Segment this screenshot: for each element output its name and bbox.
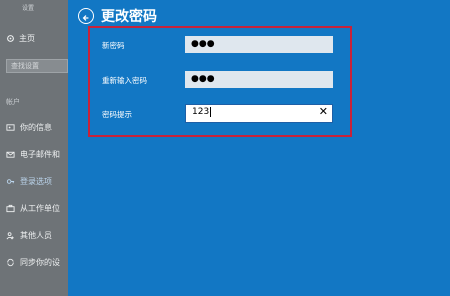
sidebar-item-label: 同步你的设 [20,258,60,267]
app-title: 设置 [22,5,35,12]
sidebar-item-sync[interactable]: 同步你的设 [5,257,60,268]
sidebar-item-your-info[interactable]: 你的信息 [5,122,52,133]
arrow-left-icon [82,7,90,26]
field-value: ●●● [191,74,215,84]
people-icon [5,231,15,241]
mail-icon [5,150,15,160]
sync-icon [5,258,15,268]
password-hint-field[interactable]: 123 ✕ [185,104,333,123]
field-value: ●●● [191,39,215,49]
settings-sidebar: 设置 主页 查找设置 帐户 你的信息 电子邮件和 登录选项 从工作单位 其他人员… [0,0,68,296]
password-hint-label: 密码提示 [102,110,132,119]
person-card-icon [5,123,15,133]
sidebar-item-home[interactable]: 主页 [5,33,35,44]
sidebar-item-other-people[interactable]: 其他人员 [5,230,52,241]
section-header: 帐户 [6,98,20,106]
gear-icon [5,34,15,44]
new-password-label: 新密码 [102,41,125,50]
confirm-password-label: 重新输入密码 [102,76,147,85]
text-caret [210,106,212,117]
briefcase-icon [5,204,15,214]
sidebar-item-email[interactable]: 电子邮件和 [5,149,60,160]
sidebar-item-label: 其他人员 [20,231,52,240]
back-button[interactable] [78,8,94,24]
sidebar-item-label: 从工作单位 [20,204,60,213]
sidebar-item-work-access[interactable]: 从工作单位 [5,203,60,214]
confirm-password-field[interactable]: ●●● [185,71,333,88]
sidebar-item-label: 主页 [19,34,35,43]
search-input[interactable]: 查找设置 [6,59,68,73]
key-icon [5,177,15,187]
clear-icon[interactable]: ✕ [319,105,328,119]
page-title: 更改密码 [101,9,157,25]
field-value: 123 [192,107,210,117]
new-password-field[interactable]: ●●● [185,36,333,53]
sidebar-item-label: 你的信息 [20,123,52,132]
sidebar-item-label: 电子邮件和 [20,150,60,159]
sidebar-item-sign-in-options[interactable]: 登录选项 [5,176,52,187]
sidebar-item-label: 登录选项 [20,177,52,186]
